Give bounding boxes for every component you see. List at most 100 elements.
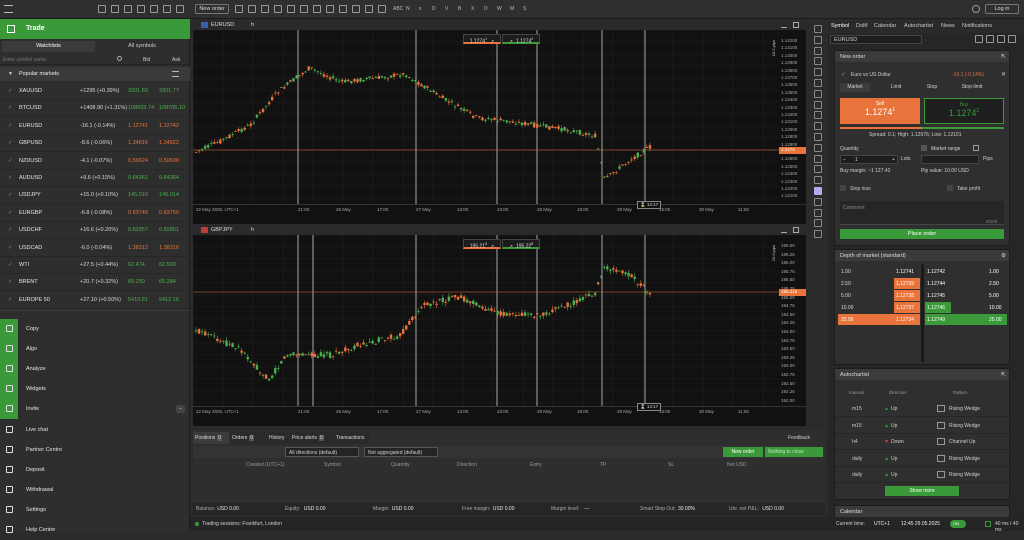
column-header[interactable]: Created (UTC+1): [246, 462, 284, 468]
toolbar-tool-label[interactable]: W: [497, 6, 502, 12]
order-type-market[interactable]: Market: [840, 83, 870, 92]
layout-icon[interactable]: [326, 5, 334, 13]
feedback-link[interactable]: Feedback: [788, 435, 810, 441]
column-header[interactable]: Net USD: [727, 462, 747, 468]
login-button[interactable]: Log in: [985, 4, 1019, 14]
menu-item[interactable]: Live chat: [0, 420, 190, 440]
order-type-stop-limit[interactable]: Stop-limit: [953, 83, 991, 92]
dom-sell-row[interactable]: 25.00 1.12734: [838, 314, 920, 325]
sell-button[interactable]: Sell 1.12741: [840, 98, 920, 124]
check-icon[interactable]: ✓: [8, 245, 13, 251]
bid-price[interactable]: 62.474: [128, 262, 145, 268]
ask-price[interactable]: 62.509: [159, 262, 176, 268]
checkbox[interactable]: [921, 145, 927, 151]
drawing-tool-icon[interactable]: [814, 165, 822, 174]
gear-icon[interactable]: ⚙: [1001, 253, 1006, 259]
autochartist-row[interactable]: m15 ▲ Up Rising Wedge: [835, 418, 1011, 434]
toolbar-tool-label[interactable]: M: [510, 6, 514, 12]
toolbar-tool-label[interactable]: D: [484, 6, 488, 12]
bid-price[interactable]: 1.38312: [128, 245, 148, 251]
bid-price[interactable]: 1.12741: [128, 123, 148, 129]
ask-price[interactable]: 65.284: [159, 279, 176, 285]
bid-price[interactable]: 65.250: [128, 279, 145, 285]
toolbar-icon[interactable]: [124, 5, 132, 13]
tab-price-alerts[interactable]: Price alerts 0: [290, 432, 333, 444]
order-type-stop[interactable]: Stop: [919, 83, 945, 92]
bid-price[interactable]: 0.59624: [128, 158, 148, 164]
column-header[interactable]: Direction: [457, 462, 477, 468]
tab-dom[interactable]: DoM: [856, 23, 868, 29]
check-icon[interactable]: ✓: [8, 210, 13, 216]
toolbar-tool-label[interactable]: X: [471, 6, 474, 12]
minimize-icon[interactable]: [781, 22, 787, 28]
take-profit-checkbox[interactable]: [947, 185, 953, 191]
bid-price[interactable]: 145.010: [128, 192, 148, 198]
timeframe[interactable]: h: [251, 22, 254, 28]
bid-price[interactable]: 0.64361: [128, 175, 148, 181]
quantity-stepper[interactable]: − 1 +: [840, 155, 898, 164]
check-icon[interactable]: ✓: [8, 192, 13, 198]
drawing-tool-icon[interactable]: [814, 25, 822, 33]
range-stepper[interactable]: [921, 155, 979, 164]
trade-header[interactable]: Trade: [0, 19, 190, 39]
chart-sell-button[interactable]: 1.12741 ↗: [463, 34, 501, 45]
ask-price[interactable]: 108705.10: [159, 105, 185, 111]
bid-price[interactable]: 108693.74: [128, 105, 154, 111]
price-axis[interactable]: 196.50196.25196.00195.75195.50195.25195.…: [779, 235, 806, 406]
candlestick-chart[interactable]: [193, 235, 806, 426]
chart-buy-button[interactable]: ↗ 1.12742: [502, 34, 540, 45]
tab-calendar[interactable]: Calendar: [874, 23, 896, 29]
minus-icon[interactable]: −: [843, 157, 846, 163]
menu-item[interactable]: Settings: [0, 500, 190, 520]
dom-buy-row[interactable]: 1.12742 1.00: [925, 266, 1007, 277]
menu-item[interactable]: Withdrawal: [0, 480, 190, 500]
check-icon[interactable]: ✓: [8, 297, 13, 303]
toolbar-icon[interactable]: [176, 5, 184, 13]
order-type-limit[interactable]: Limit: [883, 83, 909, 92]
direction-filter[interactable]: All directions (default): [285, 447, 359, 457]
list-item[interactable]: ✓ WTI +27.5 (+0.44%) 62.474 62.509: [0, 257, 190, 274]
aggregation-filter[interactable]: Not aggregated (default): [364, 447, 438, 457]
tab-positions[interactable]: Positions 0: [193, 432, 229, 444]
place-order-button[interactable]: Place order: [840, 229, 1004, 239]
toolbar-tool-label[interactable]: x: [419, 6, 422, 12]
layout-icon[interactable]: [248, 5, 256, 13]
drawing-tool-icon[interactable]: [814, 122, 822, 131]
time-axis[interactable]: 22 May 2025, UTC+1 21:00 26 May 17:00 27 May…: [193, 204, 806, 224]
nothing-to-close-button[interactable]: Nothing to close: [765, 447, 823, 457]
dom-buy-row[interactable]: 1.12745 5.00: [925, 290, 1007, 301]
candlestick-chart[interactable]: [193, 30, 806, 224]
drawing-tool-icon[interactable]: [814, 133, 822, 141]
autochartist-row[interactable]: daily ▲ Up Rising Wedge: [835, 467, 1011, 484]
collapse-icon[interactable]: ⌄: [176, 405, 185, 413]
column-header[interactable]: Entry: [530, 462, 542, 468]
calendar-header[interactable]: Calendar: [835, 506, 1009, 517]
toolbar-tool-label[interactable]: ABC: [393, 6, 403, 12]
bid-price[interactable]: 1.34816: [128, 140, 148, 146]
list-item[interactable]: ✓ GBPUSD -8.6 (-0.06%) 1.34816 1.34822: [0, 135, 190, 153]
check-icon[interactable]: ✓: [8, 279, 13, 285]
menu-item[interactable]: Copy: [0, 319, 190, 339]
layout-icon[interactable]: [274, 5, 282, 13]
drawing-tool-icon[interactable]: [814, 143, 822, 152]
drawing-tool-icon[interactable]: [814, 89, 822, 98]
timezone-select[interactable]: UTC+1: [874, 521, 890, 527]
dom-sell-row[interactable]: 10.00 1.12737: [838, 302, 920, 313]
drawing-tool-icon[interactable]: [814, 208, 822, 217]
tab-history[interactable]: History: [267, 432, 289, 444]
dom-buy-row[interactable]: 1.12749 25.00: [925, 314, 1007, 325]
menu-item[interactable]: Help Centre: [0, 520, 190, 540]
drawing-tool-icon[interactable]: [814, 197, 822, 206]
symbol-select[interactable]: EURUSD: [830, 35, 922, 44]
close-icon[interactable]: ✕: [1001, 71, 1006, 78]
dom-sell-row[interactable]: 2.50 1.12739: [838, 278, 920, 289]
check-icon[interactable]: ✓: [8, 227, 13, 233]
list-item[interactable]: ✓ EURGBP -6.8 (-0.08%) 0.83748 0.83750: [0, 205, 190, 222]
chart-canvas[interactable]: 1.14200 1.14100 1.14000 1.13900 1.13800 1.137…: [193, 30, 806, 224]
info-icon[interactable]: [973, 145, 979, 151]
dom-sell-row[interactable]: 5.00 1.12738: [838, 290, 920, 301]
toolbar-icon[interactable]: [137, 5, 145, 13]
menu-item[interactable]: Algo: [0, 339, 190, 359]
drawing-tool-icon[interactable]: [814, 187, 822, 195]
chart-symbol[interactable]: GBPJPY: [211, 227, 233, 233]
